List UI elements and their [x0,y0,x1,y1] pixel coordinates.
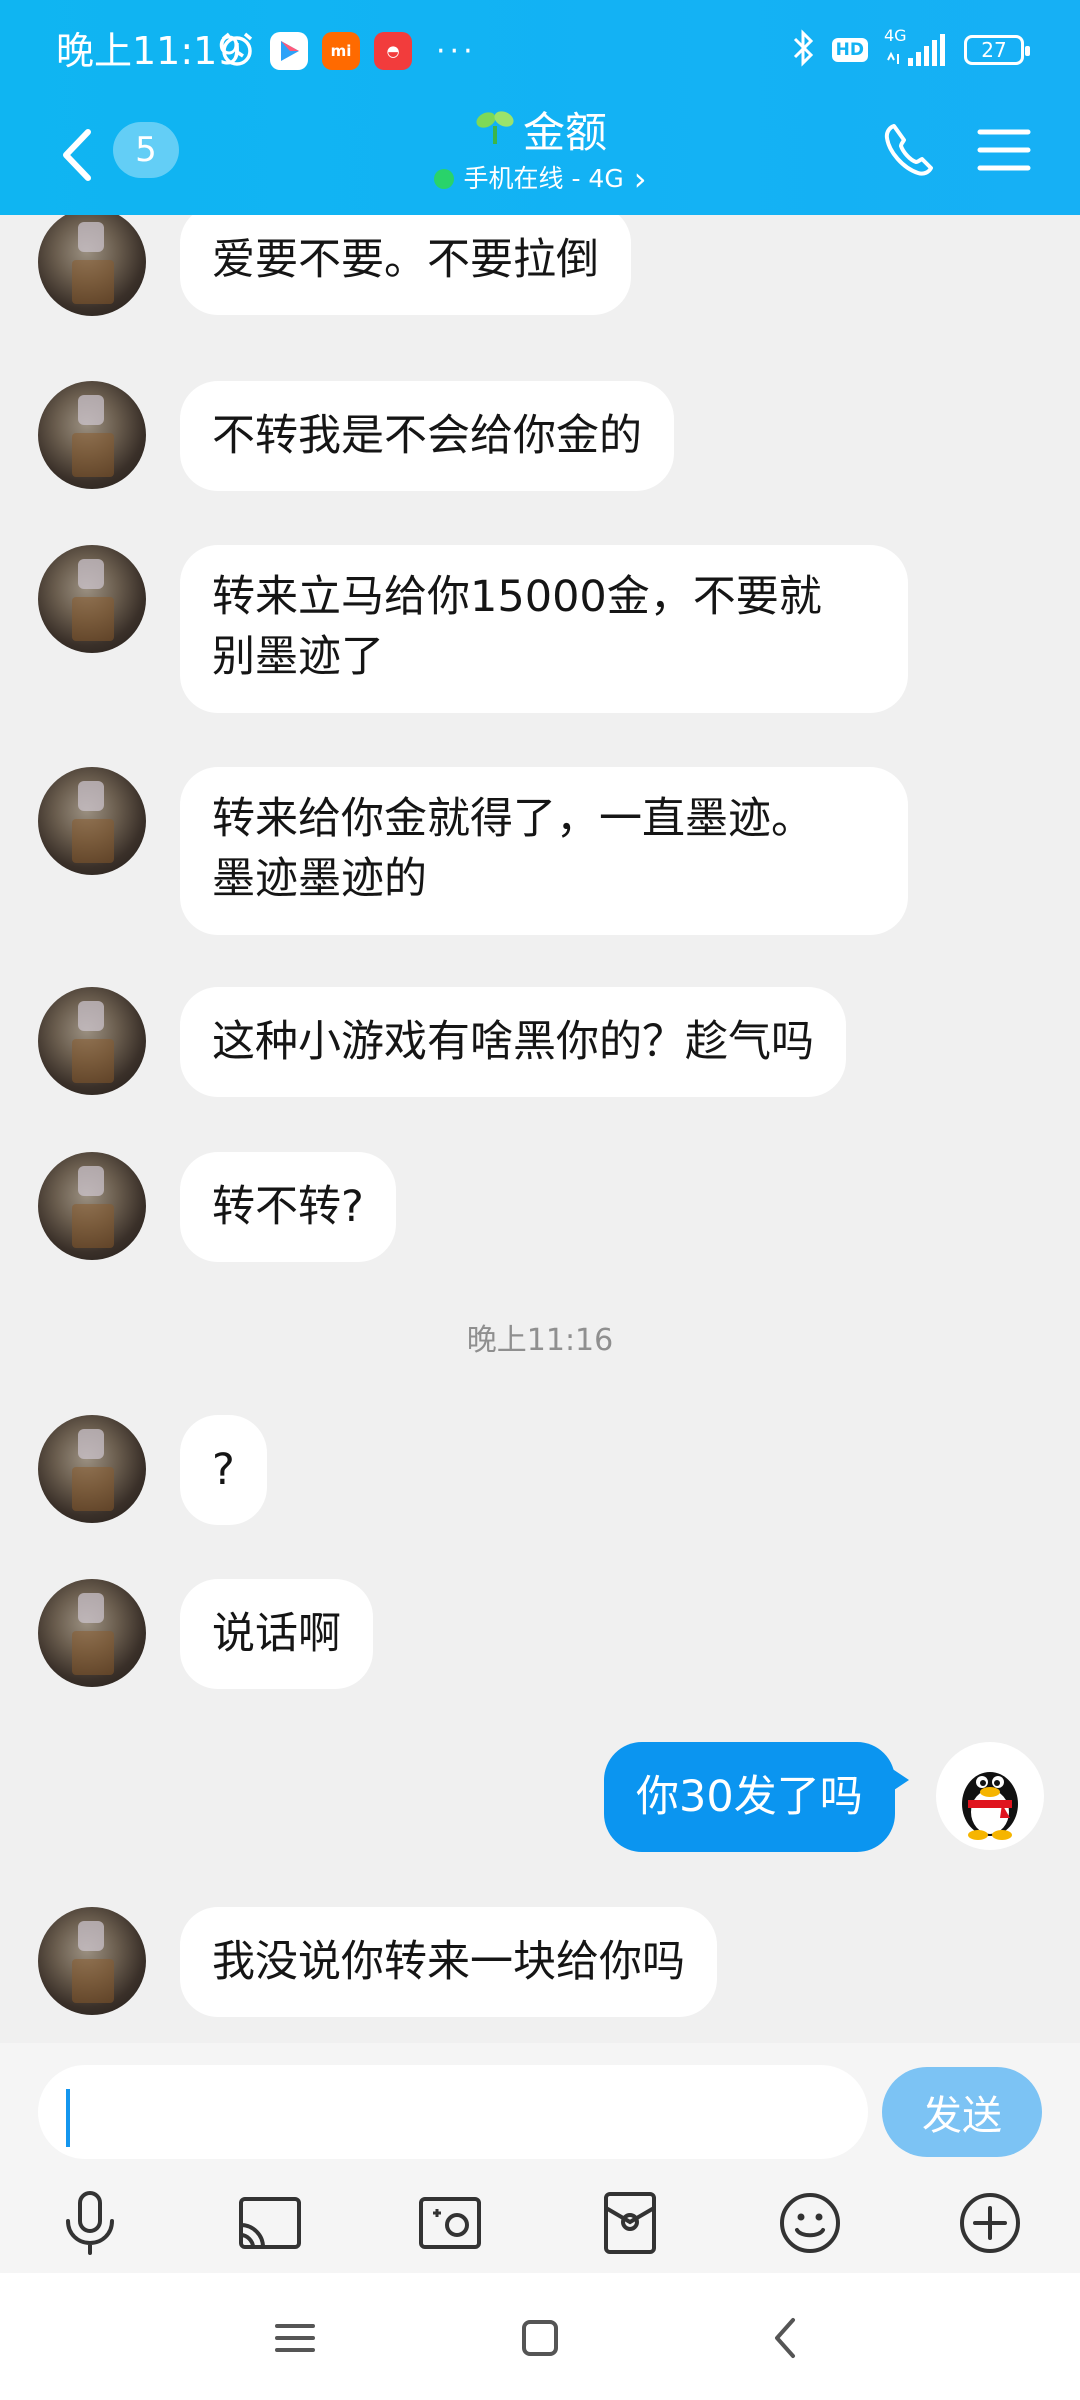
emoji-icon [780,2193,840,2253]
menu-icon [275,2324,315,2352]
mi-app-icon: mi [322,32,360,70]
battery-icon: 27 [964,35,1030,65]
status-right: HD 4G 27 [790,26,1030,72]
chat-nav: 5 金额 手机在线 - 4G › [0,100,1080,215]
message-line: 转来立马给你15000金，不要就 [212,572,822,622]
contact-avatar[interactable] [38,215,146,316]
signal-icon: 4G [884,26,948,70]
red-app-icon: ◓ [374,32,412,70]
sprout-icon [473,104,517,162]
contact-avatar[interactable] [38,767,146,875]
message-line: 墨迹墨迹的 [212,854,427,904]
message-list[interactable]: 爱要不要。不要拉倒 不转我是不会给你金的 转来立马给你15000金，不要就 别墨… [0,215,1080,2043]
my-avatar[interactable] [936,1742,1044,1850]
chat-title: 金额 [473,104,607,162]
emoji-button[interactable] [770,2183,850,2263]
add-icon [960,2193,1020,2253]
phone-icon [884,124,933,176]
contact-avatar[interactable] [38,987,146,1095]
message-line: 转来给你金就得了，一直墨迹。 [212,794,814,844]
incoming-message[interactable]: 说话啊 [180,1579,373,1689]
input-bar: 发送 [0,2043,1080,2273]
photo-button[interactable] [410,2183,490,2263]
contact-avatar[interactable] [38,1415,146,1523]
screen-cast-icon [239,2197,301,2249]
contact-avatar[interactable] [38,381,146,489]
chat-header: 晚上11:19 mi ◓ ··· HD 4G 27 5 金额 手机在线 - 4G… [0,0,1080,215]
menu-icon [977,129,1031,171]
message-timestamp: 晚上11:16 [466,1323,614,1358]
bluetooth-icon [790,28,816,72]
message-line: 别墨迹了 [212,632,384,682]
online-status-text: 手机在线 - 4G [463,164,624,193]
online-status: 手机在线 - 4G › [433,160,647,198]
alarm-icon [218,30,256,72]
call-button[interactable] [880,120,936,180]
contact-avatar[interactable] [38,1579,146,1687]
contact-avatar[interactable] [38,1152,146,1260]
play-app-icon [270,32,308,70]
back-icon [775,2318,795,2358]
contact-avatar[interactable] [38,545,146,653]
hd-icon: HD [831,38,868,62]
chat-title-text: 金额 [522,108,607,157]
contact-avatar[interactable] [38,1907,146,2015]
system-nav-bar [0,2273,1080,2400]
incoming-message[interactable]: 爱要不要。不要拉倒 [180,215,631,315]
penguin-icon [962,1772,1018,1840]
home-button[interactable] [505,2303,575,2373]
microphone-icon [66,2191,114,2255]
red-packet-icon [604,2192,656,2254]
recent-apps-button[interactable] [260,2303,330,2373]
home-icon [522,2320,558,2356]
status-bar: 晚上11:19 mi ◓ ··· HD 4G 27 [0,0,1080,100]
more-tools-button[interactable] [950,2183,1030,2263]
incoming-message[interactable]: 我没说你转来一块给你吗 [180,1907,717,2017]
voice-button[interactable] [50,2183,130,2263]
more-notifications-icon: ··· [436,33,477,69]
status-notifications: mi ◓ ··· [218,30,477,72]
incoming-message[interactable]: 转来立马给你15000金，不要就 别墨迹了 [180,545,908,713]
incoming-message[interactable]: 转来给你金就得了，一直墨迹。 墨迹墨迹的 [180,767,908,935]
send-button[interactable]: 发送 [882,2067,1042,2157]
online-dot-icon [433,169,454,189]
photo-icon [419,2197,481,2249]
chevron-right-icon: › [633,160,647,198]
text-caret [66,2089,70,2147]
system-back-button[interactable] [750,2303,820,2373]
status-time: 晚上11:19 [56,29,242,73]
outgoing-message[interactable]: 你30发了吗 [604,1742,909,1852]
menu-button[interactable] [976,122,1032,178]
message-input[interactable] [38,2065,868,2159]
incoming-message[interactable]: ? [180,1415,267,1525]
screen-share-button[interactable] [230,2183,310,2263]
incoming-message[interactable]: 这种小游戏有啥黑你的？趁气吗 [180,987,846,1097]
incoming-message[interactable]: 不转我是不会给你金的 [180,381,674,491]
red-packet-button[interactable] [590,2183,670,2263]
incoming-message[interactable]: 转不转? [180,1152,396,1262]
